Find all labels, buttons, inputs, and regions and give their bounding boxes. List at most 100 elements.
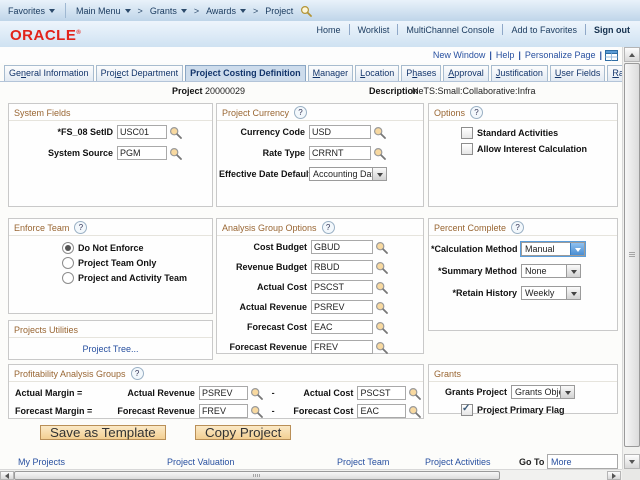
search-icon[interactable] xyxy=(300,5,312,17)
breadcrumb-project[interactable]: Project xyxy=(261,6,297,16)
personalize-layout-icon[interactable] xyxy=(605,50,618,61)
summary-method-select[interactable]: None xyxy=(521,264,581,278)
actual-cost-input[interactable]: PSCST xyxy=(357,386,406,400)
percent-complete-section: Percent Complete *Calculation Method Man… xyxy=(428,218,618,331)
actual-cost-input[interactable]: PSCST xyxy=(311,280,373,294)
enforce-team-section: Enforce Team Do Not Enforce Project Team… xyxy=(8,218,213,314)
currency-code-input[interactable]: USD xyxy=(309,125,371,139)
horizontal-scrollbar-thumb[interactable] xyxy=(14,471,500,480)
system-source-input[interactable]: PGM xyxy=(117,146,167,160)
tab-manager[interactable]: Manager xyxy=(308,65,354,81)
project-team-only-radio[interactable] xyxy=(62,257,74,269)
lookup-icon[interactable] xyxy=(375,301,388,314)
home-link[interactable]: Home xyxy=(309,25,349,35)
chevron-down-icon[interactable] xyxy=(372,168,386,180)
favorites-menu[interactable]: Favorites xyxy=(4,5,59,16)
help-link[interactable]: Help xyxy=(492,50,519,60)
main-menu[interactable]: Main Menu xyxy=(72,5,135,16)
revenue-budget-input[interactable]: RBUD xyxy=(311,260,373,274)
horizontal-scrollbar[interactable] xyxy=(0,469,622,480)
project-valuation-link[interactable]: Project Valuation xyxy=(167,457,234,467)
help-icon[interactable] xyxy=(131,367,144,380)
vertical-scrollbar[interactable] xyxy=(622,47,640,469)
retain-history-select[interactable]: Weekly xyxy=(521,286,581,300)
section-title: System Fields xyxy=(14,108,71,118)
lookup-icon[interactable] xyxy=(250,405,263,418)
help-icon[interactable] xyxy=(322,221,335,234)
do-not-enforce-radio[interactable] xyxy=(62,242,74,254)
lookup-icon[interactable] xyxy=(408,405,421,418)
lookup-icon[interactable] xyxy=(250,387,263,400)
forecast-revenue-input[interactable]: FREV xyxy=(311,340,373,354)
multichannel-console-link[interactable]: MultiChannel Console xyxy=(398,25,502,35)
project-activities-link[interactable]: Project Activities xyxy=(425,457,491,467)
lookup-icon[interactable] xyxy=(373,126,386,139)
divider: | xyxy=(599,50,602,60)
tab-rates[interactable]: Rates xyxy=(607,65,622,81)
lookup-icon[interactable] xyxy=(375,281,388,294)
lookup-icon[interactable] xyxy=(373,147,386,160)
lookup-icon[interactable] xyxy=(169,126,182,139)
chevron-down-icon[interactable] xyxy=(566,287,580,299)
chevron-down-icon[interactable] xyxy=(566,265,580,277)
copy-project-button[interactable]: Copy Project xyxy=(195,425,291,440)
forecast-cost-label: Forecast Cost xyxy=(219,322,311,332)
personalize-page-link[interactable]: Personalize Page xyxy=(521,50,600,60)
project-and-activity-team-radio[interactable] xyxy=(62,272,74,284)
grants-project-select[interactable]: Grants Object xyxy=(511,385,575,399)
forecast-cost-input[interactable]: EAC xyxy=(311,320,373,334)
breadcrumb-grants[interactable]: Grants xyxy=(146,5,191,16)
help-icon[interactable] xyxy=(511,221,524,234)
rate-type-input[interactable]: CRRNT xyxy=(309,146,371,160)
scroll-left-button[interactable] xyxy=(0,471,14,480)
scroll-right-button[interactable] xyxy=(607,471,621,480)
tab-phases[interactable]: Phases xyxy=(401,65,441,81)
go-to-more-dropdown[interactable]: More xyxy=(547,454,618,469)
project-team-link[interactable]: Project Team xyxy=(337,457,389,467)
scroll-down-button[interactable] xyxy=(624,454,640,469)
my-projects-link[interactable]: My Projects xyxy=(18,457,65,467)
chevron-down-icon[interactable] xyxy=(560,386,574,398)
lookup-icon[interactable] xyxy=(375,341,388,354)
help-icon[interactable] xyxy=(294,106,307,119)
effective-date-default-label: Effective Date Default xyxy=(219,169,309,179)
vertical-scrollbar-thumb[interactable] xyxy=(624,63,640,447)
lookup-icon[interactable] xyxy=(375,241,388,254)
breadcrumb-awards[interactable]: Awards xyxy=(202,5,250,16)
tab-location[interactable]: Location xyxy=(355,65,399,81)
lookup-icon[interactable] xyxy=(169,147,182,160)
description-value: NeTS:Small:Collaborative:Infra xyxy=(412,86,536,96)
new-window-link[interactable]: New Window xyxy=(429,50,490,60)
scroll-up-button[interactable] xyxy=(624,47,640,62)
page-tab-bar: General Information Project Department P… xyxy=(0,64,622,82)
lookup-icon[interactable] xyxy=(375,321,388,334)
lookup-icon[interactable] xyxy=(408,387,421,400)
worklist-link[interactable]: Worklist xyxy=(350,25,398,35)
standard-activities-checkbox[interactable] xyxy=(461,127,473,139)
tab-approval[interactable]: Approval xyxy=(443,65,489,81)
lookup-icon[interactable] xyxy=(375,261,388,274)
actual-revenue-input[interactable]: PSREV xyxy=(311,300,373,314)
calculation-method-select[interactable]: Manual xyxy=(521,242,585,256)
forecast-revenue-label: Forecast Revenue xyxy=(219,342,311,352)
project-primary-flag-checkbox[interactable] xyxy=(461,404,473,416)
chevron-down-icon[interactable] xyxy=(570,243,584,255)
forecast-revenue-input[interactable]: FREV xyxy=(199,404,248,418)
sign-out-link[interactable]: Sign out xyxy=(586,25,630,35)
forecast-cost-input[interactable]: EAC xyxy=(357,404,406,418)
help-icon[interactable] xyxy=(470,106,483,119)
tab-project-department[interactable]: Project Department xyxy=(96,65,184,81)
actual-revenue-input[interactable]: PSREV xyxy=(199,386,248,400)
cost-budget-input[interactable]: GBUD xyxy=(311,240,373,254)
tab-general-information[interactable]: General Information xyxy=(4,65,94,81)
allow-interest-calculation-checkbox[interactable] xyxy=(461,143,473,155)
add-to-favorites-link[interactable]: Add to Favorites xyxy=(503,25,585,35)
fs08-setid-input[interactable]: USC01 xyxy=(117,125,167,139)
project-tree-link[interactable]: Project Tree... xyxy=(82,344,138,354)
tab-project-costing-definition[interactable]: Project Costing Definition xyxy=(185,65,306,81)
effective-date-default-select[interactable]: Accounting Date xyxy=(309,167,387,181)
tab-user-fields[interactable]: User Fields xyxy=(550,65,606,81)
save-as-template-button[interactable]: Save as Template xyxy=(40,425,166,440)
help-icon[interactable] xyxy=(74,221,87,234)
tab-justification[interactable]: Justification xyxy=(491,65,548,81)
